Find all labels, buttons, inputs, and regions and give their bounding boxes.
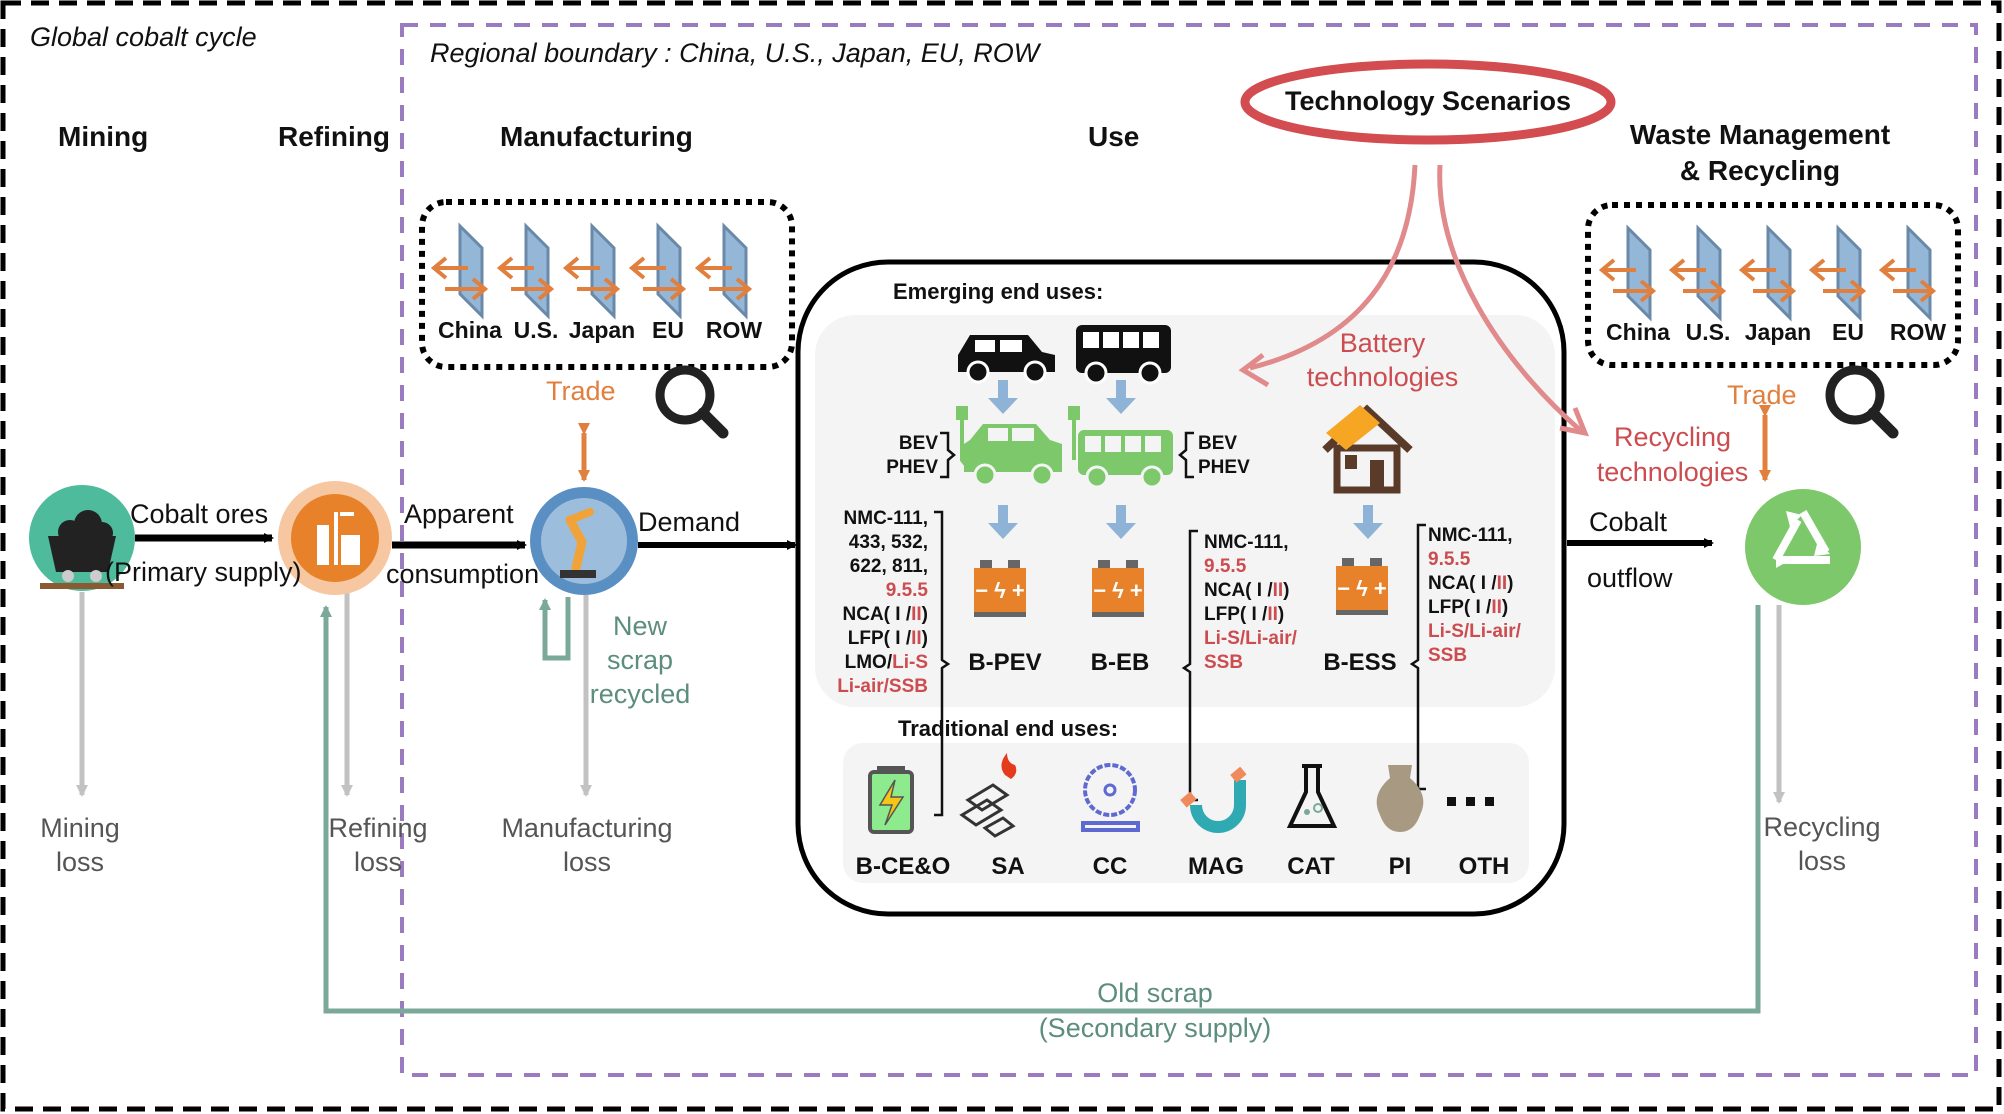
technology-scenarios-label: Technology Scenarios xyxy=(1284,86,1572,116)
mining-loss-line2: loss xyxy=(55,847,104,877)
chemistry-item: LMO/Li-S xyxy=(844,652,928,673)
stage-mining: Mining xyxy=(58,121,149,152)
traditional-end-use-label: CC xyxy=(1092,853,1128,880)
chemistry-item: NCA( I /II) xyxy=(842,604,929,625)
trade-label-manufacturing: Trade xyxy=(546,376,616,406)
chemistry-item: 622, 811, xyxy=(849,556,928,577)
chemistry-item: Li-S/Li-air/ xyxy=(1428,621,1521,642)
battery-tech-line1: Battery xyxy=(1339,328,1426,358)
stage-manufacturing: Manufacturing xyxy=(500,121,693,152)
traditional-end-use-label: MAG xyxy=(1188,853,1244,880)
chemistry-item: LFP( I /II) xyxy=(847,628,928,649)
trade-region-label: ROW xyxy=(705,317,763,343)
cobalt-ores-label: Cobalt ores xyxy=(130,499,269,529)
vehicle-type-right-bev: BEV xyxy=(1198,433,1238,454)
chemistry-item: NCA( I /II) xyxy=(1204,580,1290,601)
stage-refining: Refining xyxy=(278,121,390,152)
chemistry-item: Li-air/SSB xyxy=(837,676,928,697)
recycling-loss-line2: loss xyxy=(1797,846,1846,876)
chemistry-item: NCA( I /II) xyxy=(1428,573,1514,594)
stage-use: Use xyxy=(1088,121,1140,152)
trade-region-label: ROW xyxy=(1889,319,1947,345)
manufacturing-loss-line1: Manufacturing xyxy=(501,813,673,843)
apparent-label: Apparent xyxy=(404,499,514,529)
trade-label-recycling: Trade xyxy=(1727,380,1797,410)
traditional-end-use-label: OTH xyxy=(1458,853,1510,880)
chemistry-list-eb: NMC-111, 9.5.5 NCA( I /II) LFP( I /II) Li-S/… xyxy=(1204,531,1297,675)
chemistry-item: LFP( I /II) xyxy=(1204,604,1285,625)
refining-loss-line1: Refining xyxy=(328,813,428,843)
mining-loss-line1: Mining xyxy=(40,813,120,843)
old-scrap-line2: (Secondary supply) xyxy=(1038,1013,1272,1043)
consumption-label: consumption xyxy=(386,559,540,589)
chemistry-item: 9.5.5 xyxy=(885,580,928,601)
demand-label: Demand xyxy=(638,507,741,537)
global-cycle-label: Global cobalt cycle xyxy=(30,22,257,52)
battery-tech-line2: technologies xyxy=(1306,362,1459,392)
traditional-end-uses-title: Traditional end uses: xyxy=(898,716,1119,741)
manufacturing-loss-line2: loss xyxy=(562,847,611,877)
battery-label-ess: B-ESS xyxy=(1323,649,1397,676)
traditional-end-use-label: B-CE&O xyxy=(855,853,951,880)
new-scrap-line1: New xyxy=(612,611,667,641)
chemistry-list-pev: NMC-111, 433, 532, 622, 811, 9.5.5 NCA( I /I… xyxy=(820,507,928,699)
recycling-tech-line1: Recycling xyxy=(1613,422,1732,452)
chemistry-item: 433, 532, xyxy=(848,532,928,553)
trade-region-label: China xyxy=(1606,319,1670,345)
trade-region-label: EU xyxy=(1832,319,1864,345)
chemistry-item: 9.5.5 xyxy=(1428,549,1471,570)
new-scrap-loop xyxy=(539,597,571,661)
emerging-end-uses-title: Emerging end uses: xyxy=(893,279,1104,304)
traditional-end-use-label: SA xyxy=(991,853,1025,880)
old-scrap-line1: Old scrap xyxy=(1097,978,1213,1008)
chemistry-item: 9.5.5 xyxy=(1204,556,1247,577)
cobalt-outflow-line2: outflow xyxy=(1587,563,1673,593)
regional-boundary-label: Regional boundary : China, U.S., Japan, … xyxy=(430,38,1040,68)
chemistry-item: Li-S/Li-air/ xyxy=(1204,628,1297,649)
cobalt-outflow-line1: Cobalt xyxy=(1589,507,1668,537)
new-scrap-line3: recycled xyxy=(589,679,691,709)
stage-waste-line1: Waste Management xyxy=(1629,119,1891,150)
primary-supply-label: (Primary supply) xyxy=(105,557,302,587)
trade-region-label: Japan xyxy=(1744,319,1812,345)
recycling-tech-line2: technologies xyxy=(1596,457,1749,487)
vehicle-type-left-phev: PHEV xyxy=(886,457,938,478)
chemistry-item: NMC-111, xyxy=(1204,532,1289,553)
refining-loss-line2: loss xyxy=(353,847,402,877)
chemistry-item: NMC-111, xyxy=(1428,525,1513,546)
battery-label-pev: B-PEV xyxy=(968,649,1042,676)
new-scrap-line2: scrap xyxy=(606,645,674,675)
chemistry-item: NMC-111, xyxy=(843,508,928,529)
battery-label-eb: B-EB xyxy=(1090,649,1150,676)
chemistry-item: SSB xyxy=(1204,652,1244,673)
trade-region-label: U.S. xyxy=(1685,319,1731,345)
vehicle-type-left-bev: BEV xyxy=(898,433,938,454)
chemistry-list-ess: NMC-111, 9.5.5 NCA( I /II) LFP( I /II) Li-S/… xyxy=(1428,524,1521,668)
chemistry-item: LFP( I /II) xyxy=(1428,597,1509,618)
recycling-loss-line1: Recycling xyxy=(1763,812,1881,842)
chemistry-item: SSB xyxy=(1428,645,1468,666)
vehicle-type-right-phev: PHEV xyxy=(1198,457,1250,478)
stage-waste-line2: & Recycling xyxy=(1679,155,1841,186)
